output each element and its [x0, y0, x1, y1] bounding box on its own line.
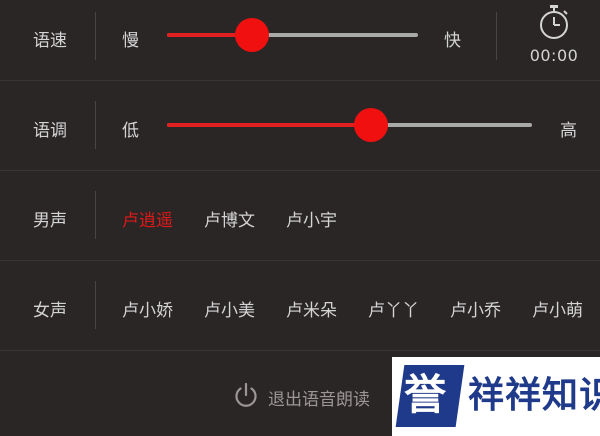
female-voice-option[interactable]: 卢小娇 — [122, 296, 173, 321]
female-voice-option[interactable]: 卢丫丫 — [368, 296, 419, 321]
male-voice-option[interactable]: 卢逍遥 — [122, 206, 173, 231]
male-voice-label: 男声 — [33, 211, 67, 231]
female-voice-list: 卢小娇 卢小美 卢米朵 卢丫丫 卢小乔 卢小萌 — [0, 261, 600, 350]
stopwatch-icon — [522, 4, 586, 40]
pitch-slider-thumb[interactable] — [354, 108, 389, 142]
power-icon — [232, 381, 260, 413]
divider — [95, 12, 96, 60]
male-voice-option[interactable]: 卢小宇 — [286, 206, 337, 231]
female-voice-option[interactable]: 卢小萌 — [532, 296, 583, 321]
pitch-max-label: 高 — [560, 121, 577, 141]
divider — [95, 191, 96, 239]
exit-reading-label: 退出语音朗读 — [268, 389, 370, 410]
timer-value: 00:00 — [529, 46, 579, 65]
male-voice-option[interactable]: 卢博文 — [204, 206, 255, 231]
divider — [95, 101, 96, 149]
speed-slider-thumb[interactable] — [235, 18, 270, 52]
timer-button[interactable]: 00:00 — [522, 4, 586, 70]
speed-label: 语速 — [33, 31, 67, 51]
speed-max-label: 快 — [444, 31, 461, 51]
watermark-logo-char: 誉 — [404, 370, 447, 419]
watermark-text: 祥祥知识 — [468, 375, 600, 416]
exit-reading-button[interactable]: 退出语音朗读 — [232, 380, 370, 414]
pitch-min-label: 低 — [122, 121, 139, 141]
male-voice-row: 男声 卢逍遥 卢博文 卢小宇 — [0, 171, 600, 261]
female-voice-option[interactable]: 卢米朵 — [286, 296, 337, 321]
pitch-slider[interactable] — [167, 108, 532, 142]
speed-row: 语速 慢 快 00:00 — [0, 0, 600, 81]
female-voice-option[interactable]: 卢小美 — [204, 296, 255, 321]
pitch-row: 语调 低 高 — [0, 81, 600, 171]
watermark-logo: 誉 — [395, 365, 465, 427]
female-voice-row: 女声 卢小娇 卢小美 卢米朵 卢丫丫 卢小乔 卢小萌 — [0, 261, 600, 351]
pitch-slider-fill — [167, 123, 372, 127]
female-voice-option[interactable]: 卢小乔 — [450, 296, 501, 321]
watermark: 誉 祥祥知识 — [392, 357, 600, 436]
speed-min-label: 慢 — [122, 31, 139, 51]
divider — [496, 12, 497, 60]
speed-slider[interactable] — [167, 18, 418, 52]
pitch-label: 语调 — [33, 121, 67, 141]
